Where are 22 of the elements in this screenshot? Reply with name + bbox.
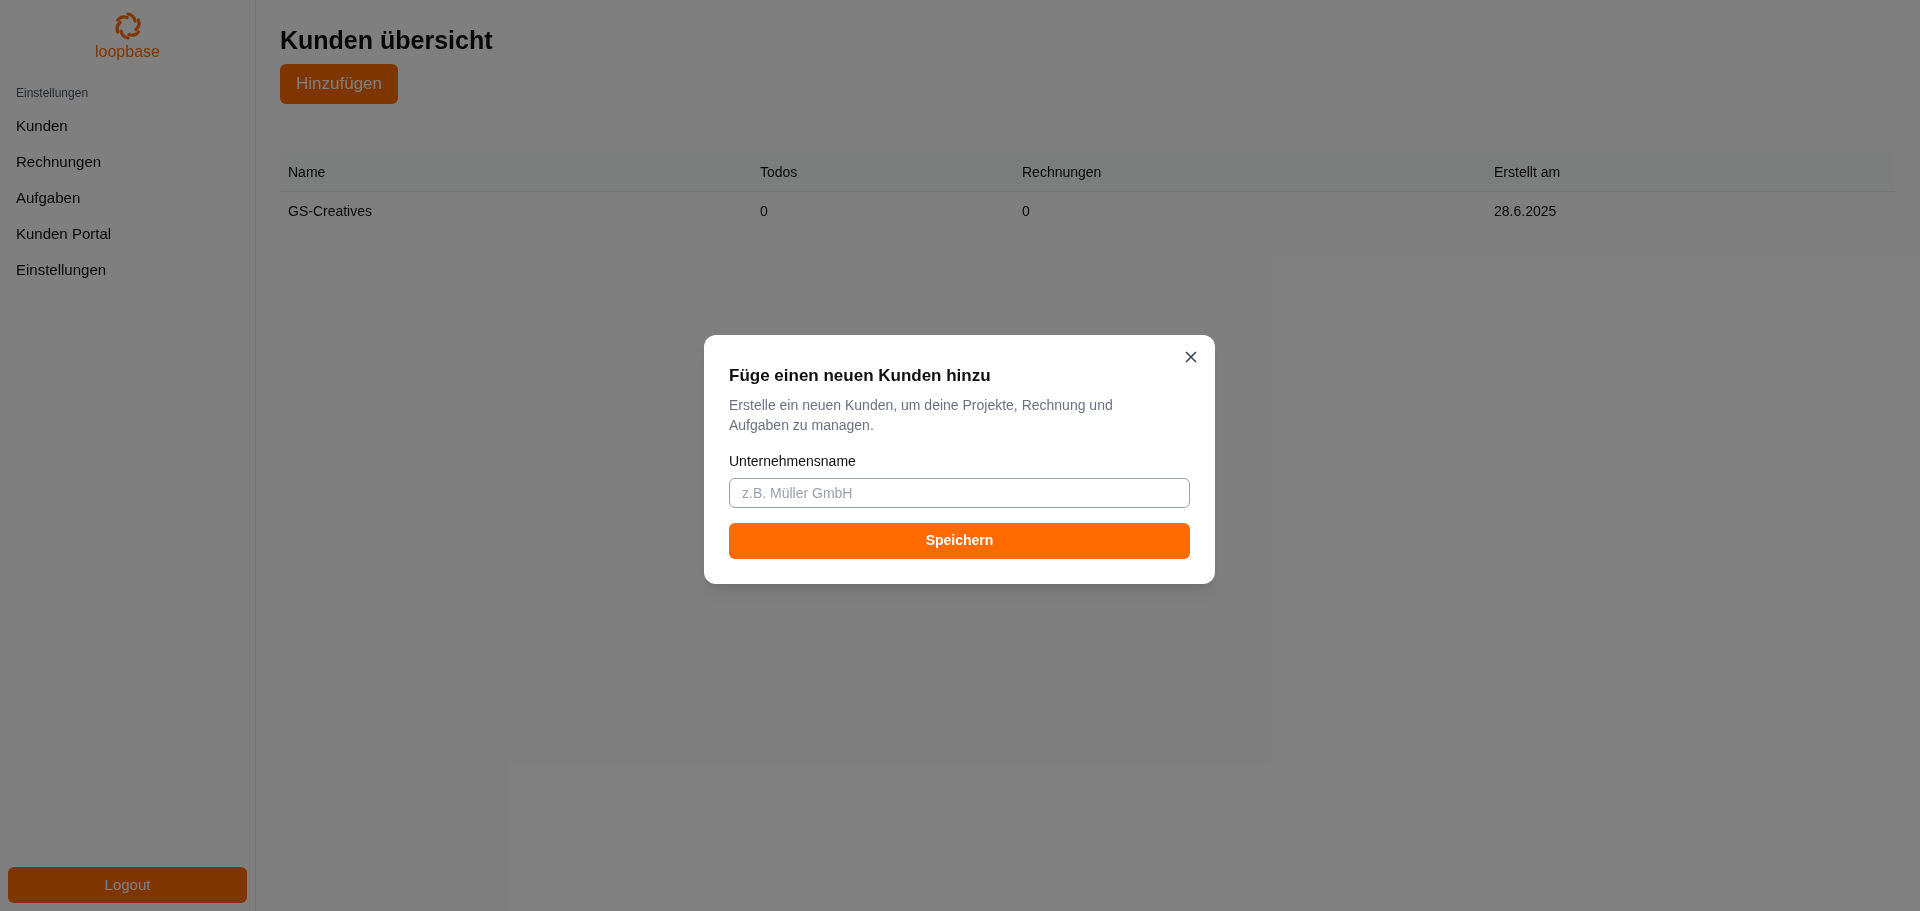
save-button[interactable]: Speichern: [729, 522, 1190, 559]
logo-text: loopbase: [95, 42, 160, 62]
sidebar-item[interactable]: Aufgaben: [16, 180, 81, 216]
company-name-field[interactable]: z.B. Müller GmbH: [729, 477, 1190, 508]
sidebar-item[interactable]: Einstellungen: [16, 252, 107, 288]
table-cell: 0: [760, 203, 768, 219]
page-title: Kunden übersicht: [280, 25, 494, 56]
sidebar-item[interactable]: Kunden Portal: [16, 216, 112, 252]
dialog-description: Erstelle ein neuen Kunden, um deine Projekte, Rechnung und Aufgaben zu managen.: [729, 395, 1114, 435]
dialog-title: Füge einen neuen Kunden hinzu: [729, 365, 992, 387]
close-icon[interactable]: [1185, 351, 1197, 363]
table-cell: 28.6.2025: [1494, 203, 1557, 219]
sidebar-item[interactable]: Rechnungen: [16, 144, 102, 180]
sidebar-item[interactable]: Kunden: [16, 108, 68, 144]
column-header: Rechnungen: [1022, 163, 1102, 180]
field-label: Unternehmensname: [729, 451, 857, 471]
column-header: Erstellt am: [1494, 163, 1561, 180]
section-label: Einstellungen: [16, 85, 90, 102]
table-cell: 0: [1022, 203, 1030, 219]
column-header: Todos: [760, 163, 798, 180]
table-cell: GS-Creatives: [288, 203, 373, 219]
column-header: Name: [288, 163, 326, 180]
